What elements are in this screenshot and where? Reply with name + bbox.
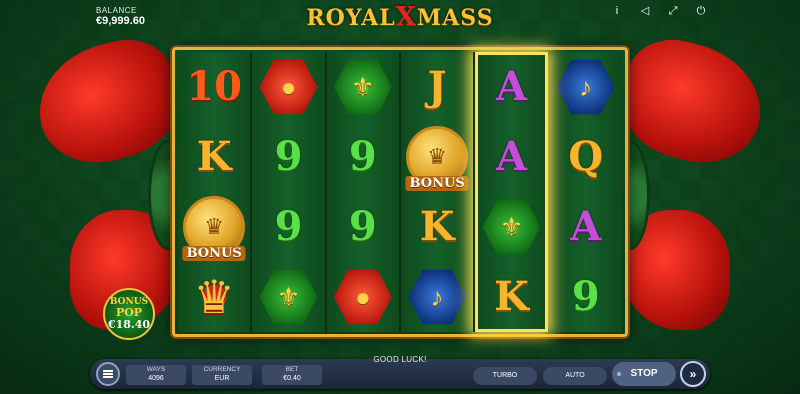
bonus-label: BONUS: [405, 176, 469, 191]
symbol-cell: ●: [252, 52, 324, 122]
symbol-k: K: [419, 203, 455, 250]
logo-x: X: [395, 2, 417, 32]
symbol-cell: A: [475, 52, 547, 122]
fast-forward-button[interactable]: »: [680, 361, 706, 387]
symbol-k: K: [494, 273, 529, 320]
ornament-symbol: ●: [259, 59, 318, 115]
fullscreen-icon[interactable]: ⤢: [666, 4, 680, 18]
crown-symbol-icon: ♛: [193, 270, 235, 324]
bet-label: BET: [285, 366, 299, 373]
trumpet-icon: ♪: [579, 71, 593, 102]
bonus-coin-symbol: ♛ BONUS: [405, 126, 469, 191]
symbol-cell: J: [401, 52, 473, 122]
reel-6: ♪ Q A 9: [547, 52, 622, 332]
reels-area: 10 K ♛ BONUS ♛ ● 9 9 ⚜ ⚜ 9 9 ● J ♛ BONUS K ♪ A A ⚜ K ♪ Q A 9: [178, 52, 622, 332]
symbol-cell: 9: [252, 122, 324, 192]
symbol-a: A: [570, 203, 602, 250]
symbol-cell: ⚜: [475, 192, 547, 262]
scepter-icon: ⚜: [276, 281, 301, 312]
symbol-cell: ♪: [401, 262, 473, 332]
symbol-cell: 9: [327, 122, 399, 192]
auto-button[interactable]: AUTO: [543, 367, 607, 385]
reel-5: A A ⚜ K: [473, 52, 548, 332]
turbo-button[interactable]: TURBO: [473, 367, 537, 385]
bonus-pop-line2: POP: [115, 306, 143, 319]
symbol-k: K: [196, 133, 232, 180]
symbol-cell: A: [475, 122, 547, 192]
crown-icon: ♛: [427, 144, 447, 169]
balance-label: BALANCE: [96, 6, 137, 15]
symbol-cell: ⚜: [252, 262, 324, 332]
reel-3: ⚜ 9 9 ●: [324, 52, 399, 332]
symbol-cell: K: [401, 192, 473, 262]
ways-label: WAYS: [146, 366, 166, 373]
symbol-9: 9: [571, 273, 600, 320]
symbol-cell: ♪: [550, 52, 622, 122]
trumpet-symbol: ♪: [408, 269, 467, 325]
ornament-icon: ●: [354, 281, 371, 312]
scepter-icon: ⚜: [499, 211, 524, 242]
symbol-cell: ♛: [178, 262, 250, 332]
ornament-symbol: ●: [333, 269, 392, 325]
menu-button[interactable]: [96, 362, 120, 386]
scepter-icon: ⚜: [351, 71, 375, 102]
ornament-icon: ●: [280, 71, 297, 102]
symbol-9: 9: [348, 203, 377, 250]
reel-1: 10 K ♛ BONUS ♛: [178, 52, 251, 332]
stop-button[interactable]: STOP: [612, 362, 676, 386]
symbol-a: A: [495, 63, 527, 110]
symbol-cell: ⚜: [327, 52, 399, 122]
trumpet-icon: ♪: [430, 281, 444, 312]
symbol-cell: K: [475, 262, 547, 332]
symbol-cell: 9: [550, 262, 622, 332]
bonus-coin-symbol: ♛ BONUS: [182, 196, 246, 261]
logo-royal: ROYAL: [306, 5, 396, 31]
symbol-cell: K: [178, 122, 250, 192]
symbol-cell: ♛ BONUS: [401, 122, 473, 192]
symbol-a: A: [495, 133, 527, 180]
crown-icon: ♛: [204, 214, 225, 239]
bonus-pop-amount: €18.40: [107, 318, 151, 331]
symbol-cell: Q: [550, 122, 622, 192]
bet-field[interactable]: BET €0.40: [262, 365, 322, 385]
symbol-cell: ♛ BONUS: [178, 192, 250, 262]
info-icon[interactable]: i: [610, 4, 624, 18]
bonus-label: BONUS: [182, 246, 246, 261]
symbol-9: 9: [274, 203, 303, 250]
currency-label: CURRENCY: [203, 366, 241, 373]
trumpet-symbol: ♪: [556, 59, 615, 115]
scepter-symbol: ⚜: [259, 269, 318, 325]
reel-4: J ♛ BONUS K ♪: [398, 52, 474, 332]
power-icon[interactable]: ⏻: [694, 4, 708, 18]
scepter-symbol: ⚜: [333, 59, 392, 115]
status-message: GOOD LUCK!: [373, 355, 427, 364]
symbol-q: Q: [568, 133, 604, 180]
top-icon-bar: i ◁ ⤢ ⏻: [610, 4, 708, 18]
symbol-9: 9: [348, 133, 377, 180]
game-logo: ROYALXMASS: [300, 2, 500, 32]
symbol-cell: A: [550, 192, 622, 262]
symbol-cell: ●: [327, 262, 399, 332]
logo-mass: MASS: [416, 5, 494, 31]
bonus-pop-badge: BONUS POP €18.40: [103, 288, 155, 340]
currency-value: EUR: [214, 375, 230, 382]
balance-value: €9,999.60: [96, 15, 145, 27]
reel-2: ● 9 9 ⚜: [250, 52, 325, 332]
currency-field: CURRENCY EUR: [192, 365, 252, 385]
sound-icon[interactable]: ◁: [638, 4, 652, 18]
stop-indicator-dot: [617, 372, 621, 376]
symbol-10: 10: [186, 63, 242, 110]
hamburger-icon: [103, 373, 113, 375]
symbol-cell: 9: [252, 192, 324, 262]
scepter-symbol: ⚜: [482, 199, 541, 255]
symbol-j: J: [427, 63, 447, 110]
ways-value: 4096: [148, 375, 164, 382]
symbol-cell: 9: [327, 192, 399, 262]
symbol-9: 9: [274, 133, 303, 180]
bet-value: €0.40: [283, 375, 301, 382]
symbol-cell: 10: [178, 52, 250, 122]
ways-field: WAYS 4096: [126, 365, 186, 385]
